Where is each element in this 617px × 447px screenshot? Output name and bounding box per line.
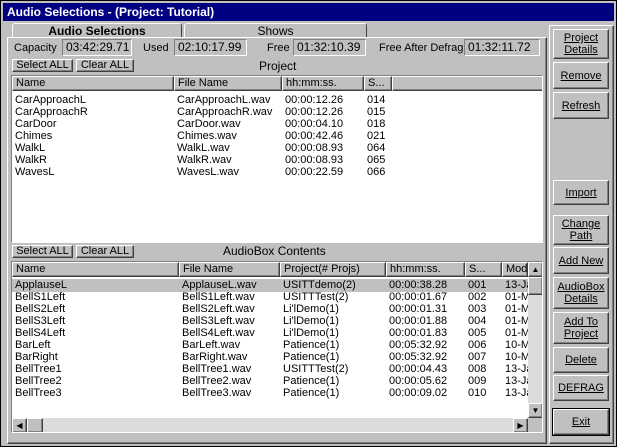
project-col-slot[interactable]: S... xyxy=(364,76,392,91)
project-col-empty xyxy=(392,76,542,91)
project-clear-all-button[interactable]: Clear ALL xyxy=(76,59,134,72)
audiobox-clear-all-button[interactable]: Clear ALL xyxy=(76,245,134,258)
audiobox-horizontal-scrollbar[interactable]: ◀ ▶ xyxy=(12,418,528,432)
audiobox-cell: 00:00:09.02 xyxy=(389,387,448,399)
audiobox-col-modified[interactable]: Modif xyxy=(502,262,528,277)
change-path-label: Change Path xyxy=(561,218,601,242)
audiobox-title: AudioBox Contents xyxy=(223,244,326,258)
audio-selections-window: Audio Selections - (Project: Tutorial) A… xyxy=(0,0,617,447)
project-cell: WavesL.wav xyxy=(177,166,239,178)
project-cell: WavesL xyxy=(15,166,55,178)
exit-button[interactable]: Exit xyxy=(552,408,610,436)
defrag-button[interactable]: DEFRAG xyxy=(553,375,609,401)
refresh-label: Refresh xyxy=(561,99,601,112)
free-label: Free xyxy=(267,42,290,54)
delete-label: Delete xyxy=(565,354,597,366)
refresh-button[interactable]: Refresh xyxy=(553,92,609,119)
window-title: Audio Selections - (Project: Tutorial) xyxy=(3,3,614,21)
audiobox-details-label: AudioBox Details xyxy=(557,281,605,305)
project-select-all-button[interactable]: Select ALL xyxy=(12,59,73,72)
add-new-button[interactable]: Add New xyxy=(553,247,609,274)
project-cell: 066 xyxy=(367,166,386,178)
free-value: 01:32:10.39 xyxy=(293,39,366,56)
project-details-button[interactable]: Project Details xyxy=(553,29,609,59)
audiobox-col-duration[interactable]: hh:mm:ss. xyxy=(386,262,465,277)
project-col-name[interactable]: Name xyxy=(12,76,174,91)
add-to-project-button[interactable]: Add To Project xyxy=(553,312,609,344)
audiobox-cell: Patience(1) xyxy=(283,387,340,399)
scroll-down-icon[interactable]: ▼ xyxy=(528,403,542,418)
scroll-hthumb[interactable] xyxy=(27,418,43,432)
delete-button[interactable]: Delete xyxy=(553,347,609,373)
audiobox-col-filename[interactable]: File Name xyxy=(179,262,280,277)
audiobox-vertical-scrollbar[interactable]: ▲ ▼ xyxy=(528,262,542,418)
import-label: Import xyxy=(565,186,597,199)
defrag-label: DEFRAG xyxy=(558,382,604,394)
exit-label: Exit xyxy=(571,416,591,428)
project-list[interactable]: Name File Name hh:mm:ss. S... CarApproac… xyxy=(11,75,543,243)
audiobox-details-button[interactable]: AudioBox Details xyxy=(553,277,609,309)
scroll-left-icon[interactable]: ◀ xyxy=(12,418,27,432)
audiobox-row[interactable]: BellTree3 BellTree3.wav Patience(1) 00:00:0… xyxy=(12,387,528,400)
scroll-thumb[interactable] xyxy=(528,277,542,295)
capacity-value: 03:42:29.71 xyxy=(62,39,132,56)
change-path-button[interactable]: Change Path xyxy=(553,215,609,245)
audiobox-select-all-button[interactable]: Select ALL xyxy=(12,245,73,258)
audiobox-col-name[interactable]: Name xyxy=(12,262,179,277)
audiobox-cell: BellTree3.wav xyxy=(182,387,252,399)
free-after-defrag-value: 01:32:11.72 xyxy=(464,39,540,56)
project-col-filename[interactable]: File Name xyxy=(174,76,282,91)
scroll-corner xyxy=(528,418,542,432)
audiobox-cell: 13-Ja xyxy=(505,387,528,399)
project-details-label: Project Details xyxy=(563,32,599,56)
capacity-label: Capacity xyxy=(14,42,57,54)
used-label: Used xyxy=(143,42,169,54)
tab-audio-selections[interactable]: Audio Selections xyxy=(12,23,182,38)
project-cell: 00:00:22.59 xyxy=(285,166,344,178)
remove-button[interactable]: Remove xyxy=(553,62,609,89)
add-new-label: Add New xyxy=(558,254,604,267)
audiobox-cell: BellTree3 xyxy=(15,387,62,399)
tab-shows[interactable]: Shows xyxy=(184,23,367,38)
project-row[interactable]: WavesL WavesL.wav 00:00:22.59 066 xyxy=(12,166,528,179)
audiobox-list[interactable]: Name File Name Project(# Projs) hh:mm:ss… xyxy=(11,261,543,433)
remove-label: Remove xyxy=(560,69,602,82)
free-after-defrag-label: Free After Defrag xyxy=(379,42,464,54)
import-button[interactable]: Import xyxy=(553,180,609,205)
audiobox-cell: 010 xyxy=(468,387,487,399)
scroll-right-icon[interactable]: ▶ xyxy=(513,418,528,432)
used-value: 02:10:17.99 xyxy=(174,39,247,56)
project-col-duration[interactable]: hh:mm:ss. xyxy=(282,76,364,91)
audiobox-col-slot[interactable]: S... xyxy=(465,262,502,277)
audiobox-col-project[interactable]: Project(# Projs) xyxy=(280,262,386,277)
scroll-up-icon[interactable]: ▲ xyxy=(528,262,542,277)
project-title: Project xyxy=(259,59,297,73)
add-to-project-label: Add To Project xyxy=(563,316,599,340)
